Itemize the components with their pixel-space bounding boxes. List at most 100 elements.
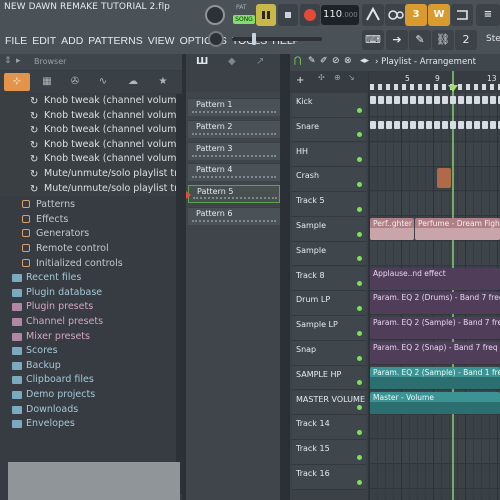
track-header[interactable]: Track 8	[292, 266, 366, 292]
tab-plugins[interactable]: ✇	[62, 73, 88, 91]
track-header[interactable]: Snap	[292, 341, 366, 366]
step-block[interactable]	[442, 96, 448, 104]
tool-mode-icon-2[interactable]: ⊕	[334, 73, 341, 82]
step-block[interactable]	[418, 96, 424, 104]
slider-thumb[interactable]	[252, 33, 256, 45]
timeline-ruler[interactable]: 5 9 13	[369, 71, 500, 93]
browser-item[interactable]: Recent files	[0, 271, 176, 286]
browser-item[interactable]: Remote control	[0, 242, 176, 257]
pattern-item[interactable]: Pattern 1	[188, 98, 280, 116]
track-mute-led[interactable]	[357, 107, 362, 113]
tempo-display[interactable]: 110.000	[321, 5, 359, 25]
blend-recording-button[interactable]: W	[428, 4, 450, 26]
browser-item[interactable]: Effects	[0, 213, 176, 228]
track-header[interactable]: HH	[292, 142, 366, 168]
snap-magnet-icon[interactable]: ⋂	[294, 56, 301, 66]
track-header[interactable]: Track 5	[292, 192, 366, 217]
browser-item[interactable]: Downloads	[0, 403, 176, 418]
track-mute-led[interactable]	[357, 429, 362, 435]
playlist-clip[interactable]: Param. EQ 2 (Drums) - Band 7 freq	[370, 292, 500, 315]
tempo-tap-button[interactable]: ≡	[476, 4, 500, 26]
browser-scrollbar[interactable]	[176, 94, 182, 494]
playlist-clip[interactable]: Param. EQ 2 (Sample) - Band 1 freq	[370, 366, 500, 389]
step-block[interactable]	[434, 120, 440, 129]
mute-icon[interactable]: ⊗	[344, 56, 352, 66]
tab-all[interactable]: ⊹	[4, 73, 30, 91]
pattern-item[interactable]: Pattern 4	[188, 163, 280, 182]
step-block[interactable]	[482, 96, 488, 104]
step-block[interactable]	[490, 96, 496, 104]
track-mute-led[interactable]	[357, 405, 362, 411]
browser-item[interactable]: Scores	[0, 344, 176, 359]
step-block[interactable]	[394, 96, 400, 104]
track-header[interactable]: Sample	[292, 217, 366, 242]
track-mute-led[interactable]	[357, 281, 362, 287]
menu-add[interactable]: ADD	[61, 32, 83, 50]
browser-item[interactable]: Patterns	[0, 198, 176, 213]
menu-arrow-icon[interactable]: ▸	[16, 56, 21, 66]
playlist-clip[interactable]: Master - Volume	[370, 391, 500, 414]
draw-icon[interactable]: ✎	[308, 56, 316, 66]
browser-item[interactable]: Demo projects	[0, 388, 176, 403]
menu-edit[interactable]: EDIT	[32, 32, 56, 50]
browser-item[interactable]: ↻ Knob tweak (channel volume)	[0, 152, 176, 167]
track-header[interactable]: Track 15	[292, 440, 366, 465]
nav-arrows-icon[interactable]: ◂▸	[360, 56, 369, 66]
channel-rack-icon[interactable]: ◆	[228, 56, 236, 67]
piano-roll-icon[interactable]: Ш	[196, 56, 208, 67]
pattern-item[interactable]: Pattern 6	[188, 207, 280, 225]
track-mute-led[interactable]	[357, 454, 362, 460]
step-block[interactable]	[402, 96, 408, 104]
step-block[interactable]	[466, 96, 472, 104]
menu-help[interactable]: HELP	[272, 32, 299, 50]
master-volume-slider[interactable]	[232, 37, 322, 41]
track-mute-led[interactable]	[357, 231, 362, 237]
step-block[interactable]	[442, 120, 448, 129]
next-arrow-button[interactable]: ➔	[386, 30, 408, 50]
mixer-icon[interactable]: ↗	[256, 56, 264, 67]
track-mute-led[interactable]	[357, 206, 362, 212]
wait-for-input-button[interactable]	[385, 4, 407, 26]
track-header[interactable]: Crash	[292, 167, 366, 192]
playlist-clip[interactable]: Param. EQ 2 (Sample) - Band 7 freq	[370, 317, 500, 340]
menu-patterns[interactable]: PATTERNS	[88, 32, 142, 50]
playlist-clip[interactable]: Perf..ghter	[370, 218, 414, 240]
track-header[interactable]: Sample	[292, 241, 366, 267]
track-mute-led[interactable]	[357, 181, 362, 187]
track-header[interactable]: Snare	[292, 117, 366, 143]
draw-tool-button[interactable]: ✎	[409, 30, 431, 50]
pattern-item[interactable]: Pattern 2	[188, 119, 280, 138]
tab-current-project[interactable]: ▦	[34, 73, 60, 91]
browser-item[interactable]: Channel presets	[0, 315, 176, 330]
loop-record-button[interactable]	[451, 4, 473, 26]
step-block[interactable]	[482, 120, 488, 129]
metronome-button[interactable]	[362, 4, 384, 26]
browser-item[interactable]: ↻ Knob tweak (channel volume)	[0, 94, 176, 109]
playhead-marker[interactable]	[448, 85, 458, 92]
tab-favorites[interactable]: ★	[150, 73, 176, 91]
track-mute-led[interactable]	[357, 256, 362, 262]
step-block[interactable]	[450, 96, 456, 104]
track-header[interactable]: Track 16	[292, 465, 366, 490]
browser-item[interactable]: Backup	[0, 359, 176, 374]
master-pitch-knob[interactable]	[208, 31, 224, 47]
tool-mode-icon-3[interactable]: ↘	[348, 73, 355, 82]
step-block[interactable]	[426, 96, 432, 104]
step-block[interactable]	[370, 120, 376, 129]
play-pause-button[interactable]	[256, 4, 276, 26]
tool-mode-icon[interactable]: ✣	[318, 73, 325, 82]
track-header[interactable]: Sample LP	[292, 316, 366, 341]
menu-tools[interactable]: TOOLS	[232, 32, 267, 50]
tab-cloud[interactable]: ☁	[120, 73, 146, 91]
track-mute-led[interactable]	[357, 132, 362, 138]
menu-view[interactable]: VIEW	[148, 32, 175, 50]
browser-item[interactable]: ↻ Knob tweak (channel volume)	[0, 123, 176, 138]
playlist-clip[interactable]: Perfume - Dream Fight	[415, 218, 500, 240]
tab-samples[interactable]: ∿	[90, 73, 116, 91]
browser-item[interactable]: ↻ Mute/unmute/solo playlist track(s)	[0, 167, 176, 182]
link-tool-button[interactable]: ⛓	[432, 30, 454, 50]
browser-item[interactable]: Clipboard files	[0, 373, 176, 388]
step-block[interactable]	[458, 96, 464, 104]
step-block[interactable]	[474, 96, 480, 104]
track-mute-led[interactable]	[357, 157, 362, 163]
